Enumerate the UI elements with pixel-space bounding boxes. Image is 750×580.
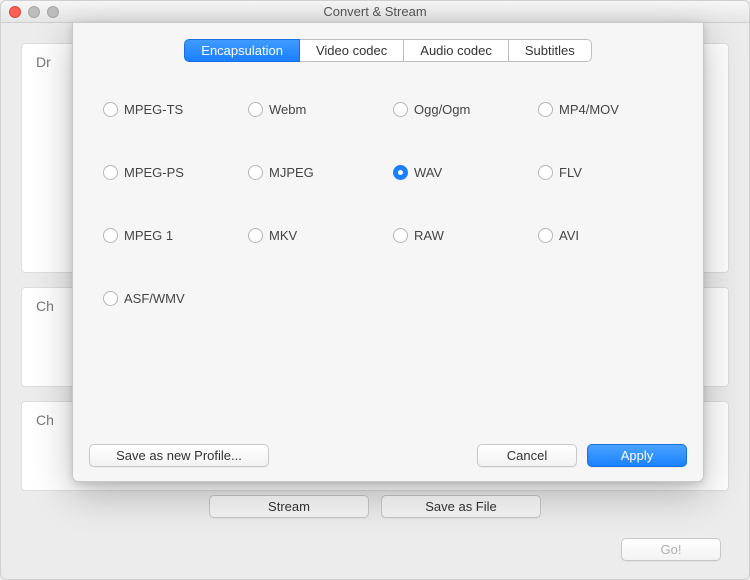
encapsulation-options: MPEG-TS Webm Ogg/Ogm MP4/MOV MPEG-PS MJP… [103,102,673,306]
drop-panel-label: Dr [36,54,51,70]
radio-icon [393,102,408,117]
window-controls [9,6,59,18]
radio-mpeg1[interactable]: MPEG 1 [103,228,238,243]
radio-icon [538,102,553,117]
radio-icon [103,165,118,180]
radio-webm[interactable]: Webm [248,102,383,117]
destination-panel-label: Ch [36,412,54,428]
radio-label: MPEG-TS [124,102,183,117]
titlebar: Convert & Stream [1,1,749,23]
radio-icon [103,228,118,243]
radio-label: AVI [559,228,579,243]
radio-label: MPEG-PS [124,165,184,180]
radio-mpeg-ts[interactable]: MPEG-TS [103,102,238,117]
radio-mpeg-ps[interactable]: MPEG-PS [103,165,238,180]
cancel-button[interactable]: Cancel [477,444,577,467]
radio-mkv[interactable]: MKV [248,228,383,243]
radio-ogg[interactable]: Ogg/Ogm [393,102,528,117]
radio-wav[interactable]: WAV [393,165,528,180]
maximize-icon[interactable] [47,6,59,18]
radio-icon [538,165,553,180]
radio-icon [393,228,408,243]
radio-label: RAW [414,228,444,243]
radio-asf-wmv[interactable]: ASF/WMV [103,291,238,306]
tab-bar: Encapsulation Video codec Audio codec Su… [184,39,591,62]
radio-label: MPEG 1 [124,228,173,243]
save-as-file-button[interactable]: Save as File [381,495,541,518]
footer-right: Cancel Apply [477,444,687,467]
go-row: Go! [621,538,721,561]
sheet-footer: Save as new Profile... Cancel Apply [89,444,687,467]
minimize-icon[interactable] [28,6,40,18]
radio-icon [103,102,118,117]
radio-icon [248,228,263,243]
window-title: Convert & Stream [323,4,426,19]
radio-label: FLV [559,165,582,180]
radio-icon [103,291,118,306]
destination-buttons: Stream Save as File [1,495,749,518]
radio-icon [393,165,408,180]
tab-video-codec[interactable]: Video codec [299,39,404,62]
save-as-new-profile-button[interactable]: Save as new Profile... [89,444,269,467]
radio-label: ASF/WMV [124,291,185,306]
radio-raw[interactable]: RAW [393,228,528,243]
radio-mjpeg[interactable]: MJPEG [248,165,383,180]
stream-button[interactable]: Stream [209,495,369,518]
profile-editor-sheet: Encapsulation Video codec Audio codec Su… [72,22,704,482]
profile-panel-label: Ch [36,298,54,314]
tab-audio-codec[interactable]: Audio codec [403,39,509,62]
tab-encapsulation[interactable]: Encapsulation [184,39,300,62]
radio-label: WAV [414,165,442,180]
radio-label: MJPEG [269,165,314,180]
radio-icon [538,228,553,243]
radio-mp4[interactable]: MP4/MOV [538,102,673,117]
tab-subtitles[interactable]: Subtitles [508,39,592,62]
close-icon[interactable] [9,6,21,18]
radio-icon [248,165,263,180]
radio-label: MP4/MOV [559,102,619,117]
apply-button[interactable]: Apply [587,444,687,467]
radio-flv[interactable]: FLV [538,165,673,180]
radio-label: MKV [269,228,297,243]
radio-label: Ogg/Ogm [414,102,470,117]
radio-label: Webm [269,102,306,117]
go-button[interactable]: Go! [621,538,721,561]
radio-icon [248,102,263,117]
radio-avi[interactable]: AVI [538,228,673,243]
